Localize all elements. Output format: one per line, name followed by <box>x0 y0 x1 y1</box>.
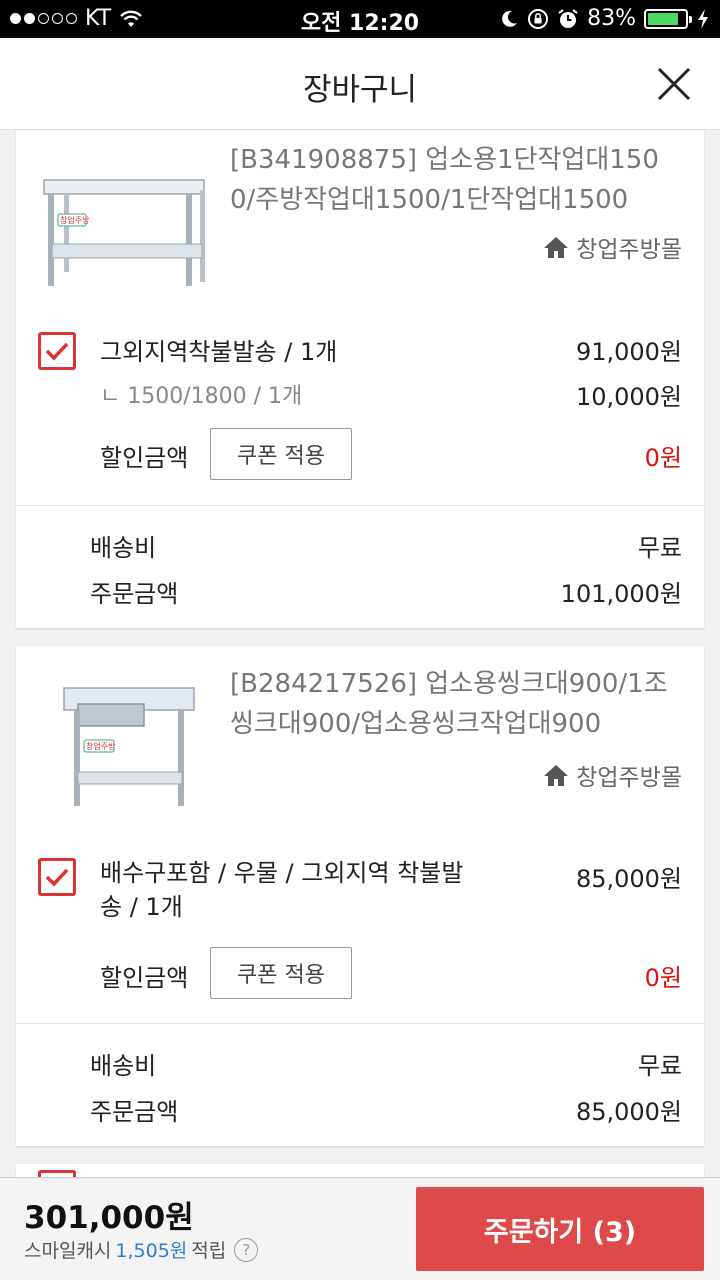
divider <box>16 505 704 506</box>
shop-link[interactable]: 창업주방몰 <box>542 758 682 792</box>
cash-amount: 1,505원 <box>115 1240 188 1262</box>
header: 장바구니 <box>0 38 720 130</box>
product-image[interactable]: 창업주방 <box>38 152 216 302</box>
option-price: 85,000원 <box>575 865 682 893</box>
status-bar: KT 오전 12:20 83% <box>0 0 720 38</box>
cart-item: 창업주방 [B284217526] 업소용씽크대900/1조씽크대900/업소용… <box>16 646 704 1146</box>
option-price: 91,000원 <box>575 338 682 366</box>
order-amount-value: 101,000원 <box>560 580 682 608</box>
svg-text:창업주방: 창업주방 <box>86 741 116 751</box>
checkout-bar: 301,000원 스마일캐시 1,505원 적립 ? 주문하기 (3) <box>0 1177 720 1280</box>
total-price: 301,000원 <box>24 1200 194 1236</box>
product-image[interactable]: 창업주방 <box>38 674 216 824</box>
discount-label: 할인금액 <box>100 964 189 992</box>
cash-suffix: 적립 <box>191 1240 227 1262</box>
home-icon <box>544 765 569 786</box>
discount-value: 0원 <box>644 964 682 992</box>
product-name[interactable]: [B341908875] 업소용1단작업대1500/주방작업대1500/1단작업… <box>230 140 682 220</box>
moon-icon <box>502 10 518 27</box>
discount-value: 0원 <box>644 444 682 472</box>
cash-label: 스마일캐시 <box>24 1240 112 1262</box>
close-icon[interactable] <box>654 64 694 104</box>
charging-icon <box>698 8 708 29</box>
order-amount-value: 85,000원 <box>575 1098 682 1126</box>
discount-label: 할인금액 <box>100 444 189 472</box>
shop-link[interactable]: 창업주방몰 <box>542 230 682 264</box>
sub-option-price: 10,000원 <box>575 383 682 411</box>
shop-name: 창업주방몰 <box>576 237 682 263</box>
smile-cash-info: 스마일캐시 1,505원 적립 ? <box>24 1236 259 1263</box>
coupon-button[interactable]: 쿠폰 적용 <box>210 428 352 480</box>
alarm-icon <box>558 8 578 28</box>
option-text: 배수구포함 / 우물 / 그외지역 착불발송 / 1개 <box>100 859 464 921</box>
shipping-label: 배송비 <box>90 534 157 562</box>
item-checkbox[interactable] <box>38 332 76 370</box>
order-amount-label: 주문금액 <box>90 580 179 608</box>
product-name[interactable]: [B284217526] 업소용씽크대900/1조씽크대900/업소용씽크작업대… <box>230 664 682 744</box>
help-icon[interactable]: ? <box>234 1237 259 1262</box>
option-text: 그외지역착불발송 / 1개 <box>100 338 338 366</box>
order-amount-label: 주문금액 <box>90 1098 179 1126</box>
page-title: 장바구니 <box>302 72 418 108</box>
order-button[interactable]: 주문하기 (3) <box>416 1187 704 1271</box>
divider <box>16 1023 704 1024</box>
svg-text:창업주방: 창업주방 <box>60 215 90 225</box>
rotation-lock-icon <box>528 8 549 29</box>
sub-option-text: ㄴ 1500/1800 / 1개 <box>100 384 303 409</box>
status-right: 83% <box>499 6 710 31</box>
shipping-label: 배송비 <box>90 1052 157 1080</box>
battery-percent: 83% <box>587 6 636 31</box>
battery-icon <box>644 8 692 29</box>
cart-item: 창업주방 [B341908875] 업소용1단작업대1500/주방작업대1500… <box>16 130 704 628</box>
item-checkbox[interactable] <box>38 858 76 896</box>
coupon-button[interactable]: 쿠폰 적용 <box>210 947 352 999</box>
home-icon <box>544 237 569 258</box>
shipping-value: 무료 <box>637 534 682 562</box>
shop-name: 창업주방몰 <box>576 765 682 791</box>
shipping-value: 무료 <box>637 1052 682 1080</box>
